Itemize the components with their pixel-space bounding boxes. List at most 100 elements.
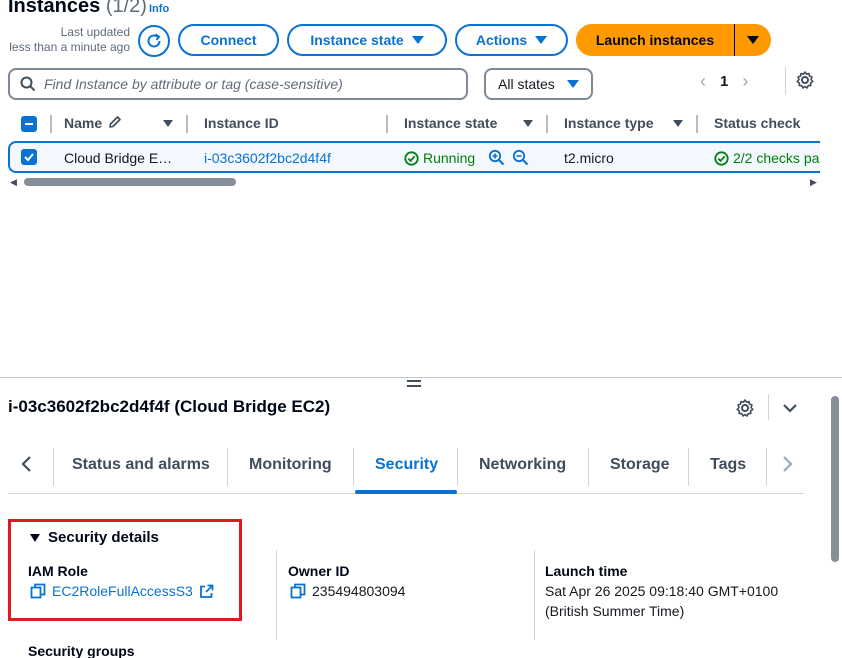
tab-networking[interactable]: Networking — [479, 456, 566, 474]
caret-down-icon — [535, 36, 548, 44]
iam-role-link[interactable]: EC2RoleFullAccessS3 — [52, 581, 193, 601]
column-name-label: Name — [64, 115, 103, 131]
column-divider — [386, 115, 388, 133]
states-value: All states — [498, 76, 555, 92]
chevron-right-icon[interactable]: › — [742, 71, 748, 92]
column-divider — [50, 115, 52, 133]
column-instance-id[interactable]: Instance ID — [204, 115, 279, 131]
instance-count: (1/2) — [105, 0, 147, 17]
vertical-scrollbar[interactable] — [831, 396, 839, 562]
connect-button[interactable]: Connect — [178, 24, 279, 56]
row-instance-id-link[interactable]: i-03c3602f2bc2d4f4f — [204, 150, 331, 166]
drag-handle-icon[interactable] — [407, 380, 421, 390]
scroll-left-icon[interactable]: ◀ — [10, 177, 17, 188]
column-name[interactable]: Name — [64, 115, 122, 131]
launch-time-value: Sat Apr 26 2025 09:18:40 GMT+0100 (Briti… — [545, 581, 778, 621]
security-details-header[interactable]: Security details — [30, 529, 159, 546]
table-settings-button[interactable] — [795, 70, 815, 95]
last-updated-label: Last updated — [60, 25, 130, 39]
tab-security[interactable]: Security — [375, 456, 438, 474]
sort-icon[interactable] — [523, 120, 533, 127]
row-status-check: 2/2 checks pa — [714, 150, 819, 166]
tab-divider — [688, 448, 689, 486]
current-page[interactable]: 1 — [720, 73, 728, 90]
copy-icon[interactable] — [30, 583, 46, 599]
column-instance-type[interactable]: Instance type — [564, 115, 653, 131]
tabs-scroll-right-button[interactable] — [780, 454, 794, 479]
security-details-title: Security details — [48, 529, 159, 546]
info-link[interactable]: Info — [149, 3, 169, 15]
copy-icon[interactable] — [290, 583, 306, 599]
states-select[interactable]: All states — [484, 68, 593, 100]
launch-instances-button-group: Launch instances — [576, 24, 771, 56]
panel-title: i-03c3602f2bc2d4f4f (Cloud Bridge EC2) — [8, 397, 331, 416]
split-panel-divider — [0, 377, 842, 378]
tab-divider — [766, 448, 767, 486]
divider — [785, 67, 786, 95]
tab-status-and-alarms[interactable]: Status and alarms — [72, 456, 210, 474]
active-tab-indicator — [355, 490, 457, 494]
page-title: Instances (1/2) — [8, 0, 147, 18]
column-status-check[interactable]: Status check — [714, 115, 800, 131]
tab-storage[interactable]: Storage — [610, 456, 670, 474]
sort-icon[interactable] — [673, 120, 683, 127]
scroll-right-icon[interactable]: ▶ — [810, 177, 817, 188]
actions-button[interactable]: Actions — [455, 24, 568, 56]
column-instance-state[interactable]: Instance state — [404, 115, 497, 131]
owner-id-label: Owner ID — [288, 563, 350, 579]
owner-id-value: 235494803094 — [290, 581, 405, 601]
zoom-out-button[interactable] — [512, 149, 529, 169]
edit-icon — [109, 116, 121, 128]
zoom-in-button[interactable] — [488, 149, 505, 169]
tab-divider — [588, 448, 589, 486]
tabs-scroll-left-button[interactable] — [20, 454, 34, 479]
horizontal-scrollbar[interactable] — [24, 178, 236, 186]
external-link-icon[interactable] — [199, 584, 214, 599]
instance-state-button[interactable]: Instance state — [287, 24, 447, 56]
instance-state-label: Instance state — [310, 32, 404, 48]
launch-time-date: Sat Apr 26 2025 09:18:40 GMT+0100 — [545, 583, 779, 599]
zoom-in-icon — [488, 149, 505, 166]
launch-instances-button[interactable]: Launch instances — [576, 24, 735, 56]
sort-icon[interactable] — [163, 120, 173, 127]
tab-divider — [457, 448, 458, 486]
connect-label: Connect — [200, 32, 257, 48]
pagination: ‹ 1 › — [700, 70, 748, 92]
column-divider — [186, 115, 188, 133]
last-updated-value: less than a minute ago — [9, 40, 130, 54]
caret-down-icon — [411, 36, 424, 44]
chevron-left-icon[interactable]: ‹ — [700, 71, 706, 92]
row-name: Cloud Bridge E… — [64, 150, 173, 166]
refresh-button[interactable] — [138, 25, 170, 57]
column-divider — [696, 115, 698, 133]
tab-tags[interactable]: Tags — [710, 456, 746, 474]
chevron-left-icon — [21, 456, 31, 472]
caret-down-icon — [567, 80, 579, 88]
launch-time-zone: (British Summer Time) — [545, 603, 685, 619]
last-updated: Last updated less than a minute ago — [8, 25, 130, 55]
security-groups-label: Security groups — [28, 643, 135, 658]
column-divider — [534, 550, 535, 640]
tab-divider — [53, 448, 54, 486]
table-row[interactable]: Cloud Bridge E… i-03c3602f2bc2d4f4f Runn… — [8, 141, 820, 173]
checkmark-icon — [24, 153, 34, 162]
collapse-panel-button[interactable] — [780, 398, 800, 423]
panel-settings-button[interactable] — [735, 398, 755, 423]
actions-label: Actions — [475, 32, 528, 48]
refresh-icon — [147, 33, 161, 48]
gear-icon — [796, 71, 814, 89]
search-field[interactable]: Find Instance by attribute or tag (case-… — [8, 68, 468, 100]
table-header: Name Instance ID Instance state Instance… — [8, 110, 820, 138]
select-all-checkbox[interactable] — [21, 116, 37, 132]
detail-tabs: Status and alarms Monitoring Security Ne… — [8, 444, 804, 494]
tab-monitoring[interactable]: Monitoring — [249, 456, 332, 474]
launch-dropdown-button[interactable] — [735, 24, 771, 56]
page-title-text: Instances — [8, 0, 101, 17]
chevron-right-icon — [783, 456, 793, 472]
column-divider — [276, 550, 277, 640]
search-icon — [20, 76, 36, 92]
row-checkbox[interactable] — [21, 149, 37, 165]
row-state-label: Running — [423, 150, 476, 166]
chevron-down-icon — [783, 404, 797, 413]
row-instance-type: t2.micro — [564, 150, 614, 166]
